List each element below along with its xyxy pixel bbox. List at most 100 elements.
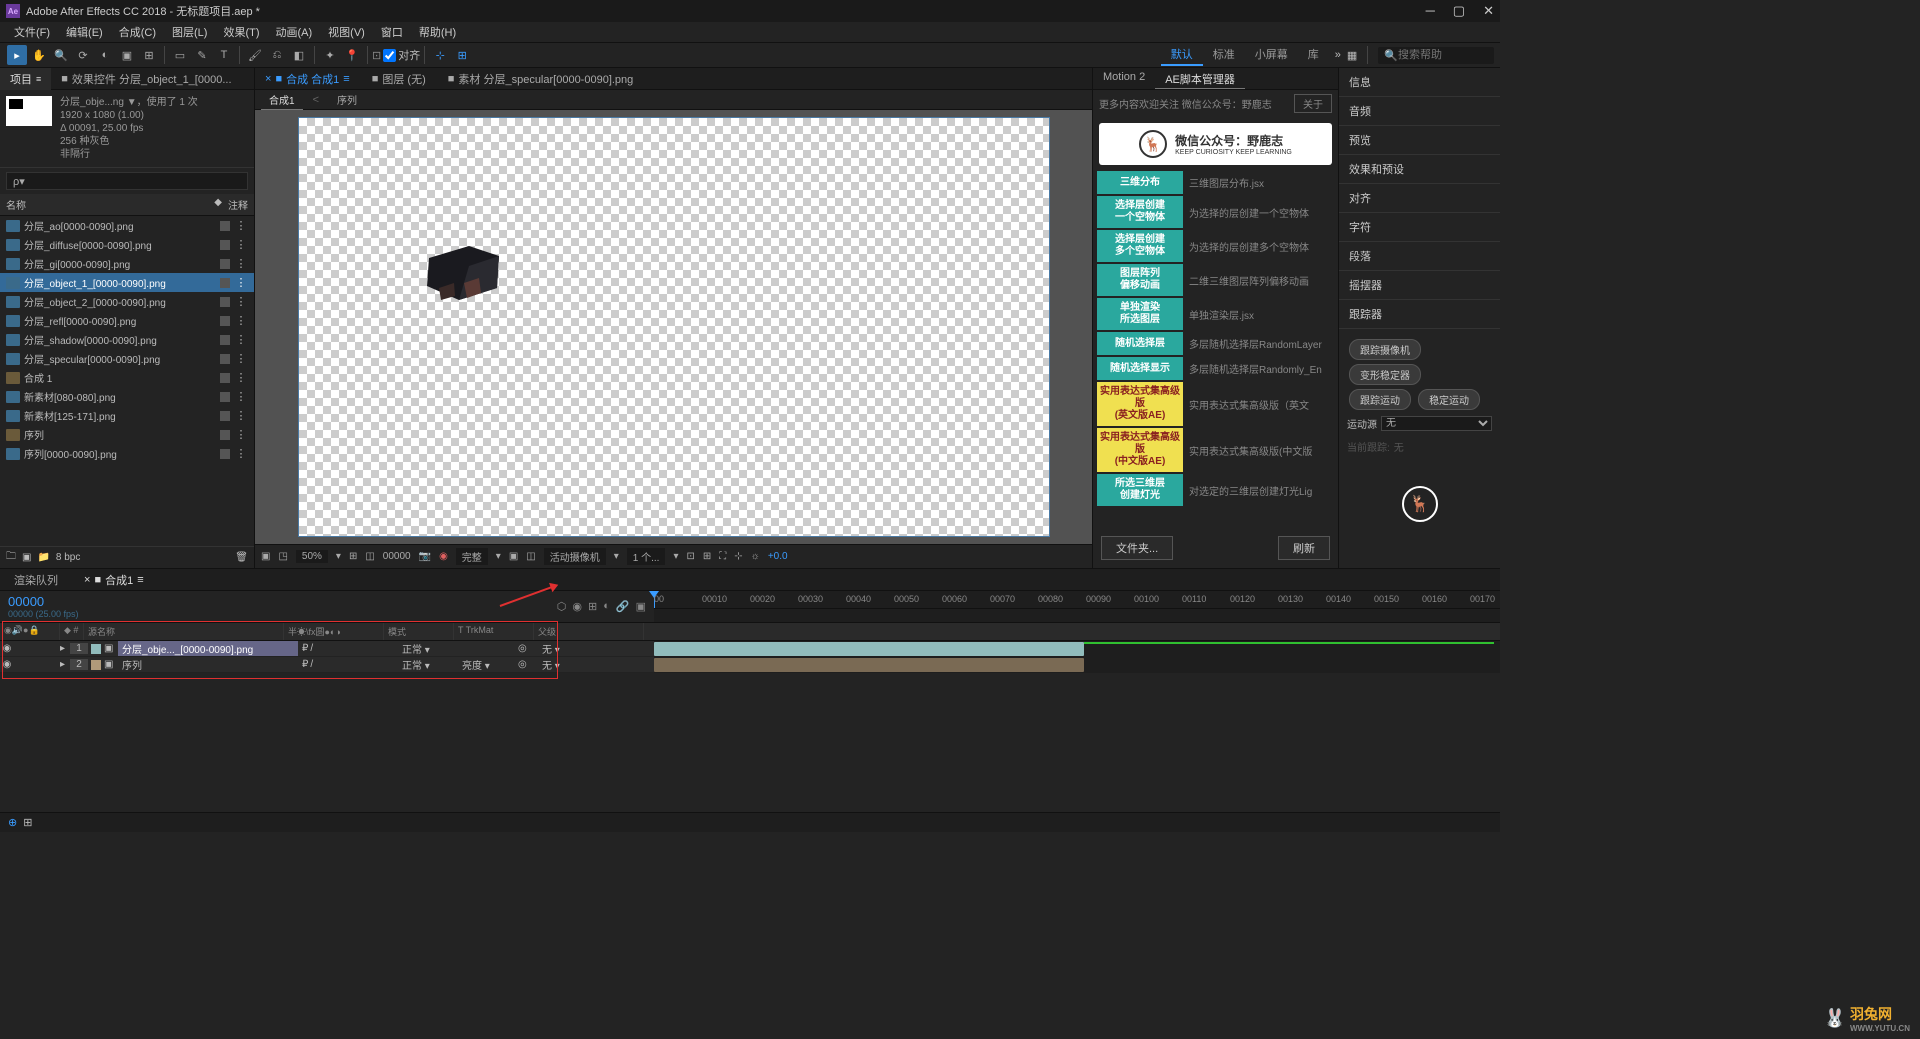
- menu-item[interactable]: 窗口: [375, 22, 409, 42]
- panel-section[interactable]: 跟踪器: [1339, 300, 1500, 329]
- project-item[interactable]: 分层_object_2_[0000-0090].png⋮: [0, 292, 254, 311]
- tl-icon-2[interactable]: ◉: [572, 600, 582, 613]
- folder-button[interactable]: 文件夹...: [1101, 536, 1173, 560]
- tl-icon-6[interactable]: ▣: [636, 600, 646, 613]
- label-icon[interactable]: ⋮: [234, 390, 248, 403]
- snapshot-icon[interactable]: 📷: [419, 551, 431, 562]
- script-button[interactable]: 三维分布: [1097, 171, 1183, 194]
- snap-checkbox[interactable]: [383, 49, 396, 62]
- col-parent[interactable]: 父级: [534, 623, 644, 640]
- warp-stabilizer-button[interactable]: 变形稳定器: [1349, 364, 1421, 385]
- script-button[interactable]: 实用表达式集高级版(中文版AE): [1097, 428, 1183, 472]
- panel-menu-icon[interactable]: ≡: [36, 74, 41, 84]
- tab-script-manager[interactable]: AE脚本管理器: [1155, 68, 1245, 89]
- tag-icon[interactable]: [220, 221, 230, 231]
- label-icon[interactable]: ⋮: [234, 447, 248, 460]
- tl-icon-1[interactable]: ⬡: [557, 600, 567, 613]
- refresh-button[interactable]: 刷新: [1278, 536, 1330, 560]
- menu-item[interactable]: 效果(T): [217, 22, 265, 42]
- tag-icon[interactable]: [220, 240, 230, 250]
- panel-section[interactable]: 字符: [1339, 213, 1500, 242]
- folder-icon[interactable]: 🗀: [6, 549, 16, 566]
- tag-icon[interactable]: [220, 392, 230, 402]
- tag-icon[interactable]: [220, 430, 230, 440]
- workspace-menu-icon[interactable]: ▦: [1347, 49, 1357, 62]
- panel-section[interactable]: 效果和预设: [1339, 155, 1500, 184]
- col-note[interactable]: 注释: [228, 197, 248, 212]
- project-item[interactable]: 分层_specular[0000-0090].png⋮: [0, 349, 254, 368]
- menu-item[interactable]: 文件(F): [8, 22, 56, 42]
- workspace-默认[interactable]: 默认: [1161, 44, 1203, 66]
- label-icon[interactable]: ⋮: [234, 257, 248, 270]
- tab-motion2[interactable]: Motion 2: [1093, 68, 1155, 89]
- label-icon[interactable]: ⋮: [234, 352, 248, 365]
- resolution-select[interactable]: 完整: [456, 548, 488, 565]
- col-source-name[interactable]: 源名称: [84, 623, 284, 640]
- tl-icon-4[interactable]: ◐: [603, 600, 610, 613]
- panel-section[interactable]: 摇摆器: [1339, 271, 1500, 300]
- tag-icon[interactable]: [220, 259, 230, 269]
- layer-duration-bar[interactable]: [654, 658, 1084, 672]
- tab-effect-controls[interactable]: ■ 效果控件 分层_object_1_[0000...: [51, 68, 241, 90]
- viewer-icon-b[interactable]: ⊞: [703, 551, 711, 562]
- minimize-icon[interactable]: ─: [1426, 3, 1435, 19]
- panel-section[interactable]: 段落: [1339, 242, 1500, 271]
- pan-behind-tool[interactable]: ⊞: [139, 45, 159, 65]
- script-button[interactable]: 随机选择层: [1097, 332, 1183, 355]
- menu-item[interactable]: 帮助(H): [413, 22, 462, 42]
- maximize-icon[interactable]: ▢: [1453, 3, 1465, 19]
- current-time[interactable]: 00000: [8, 594, 79, 609]
- tag-icon[interactable]: [220, 335, 230, 345]
- viewer-tab[interactable]: × ■ 合成 合成1 ≡: [255, 68, 360, 90]
- project-item[interactable]: 分层_object_1_[0000-0090].png⋮: [0, 273, 254, 292]
- menu-item[interactable]: 视图(V): [322, 22, 371, 42]
- roto-tool[interactable]: ✦: [320, 45, 340, 65]
- script-button[interactable]: 选择层创建多个空物体: [1097, 230, 1183, 262]
- project-item[interactable]: 序列[0000-0090].png⋮: [0, 444, 254, 463]
- label-icon[interactable]: ⋮: [234, 238, 248, 251]
- panel-section[interactable]: 预览: [1339, 126, 1500, 155]
- tag-icon[interactable]: [220, 373, 230, 383]
- tag-icon[interactable]: [220, 297, 230, 307]
- panel-section[interactable]: 对齐: [1339, 184, 1500, 213]
- menu-item[interactable]: 编辑(E): [60, 22, 109, 42]
- viewer-icon-1[interactable]: ▣: [261, 551, 270, 562]
- tag-icon[interactable]: [220, 449, 230, 459]
- workspace-标准[interactable]: 标准: [1203, 44, 1245, 66]
- tag-icon[interactable]: [220, 278, 230, 288]
- new-comp-icon[interactable]: ▣: [22, 552, 31, 563]
- camera-tool[interactable]: ▣: [117, 45, 137, 65]
- viewer-mask-icon[interactable]: ◫: [365, 551, 374, 562]
- channel-icon[interactable]: ◉: [439, 551, 448, 562]
- brush-tool[interactable]: 🖌: [245, 45, 265, 65]
- grid-tool-2[interactable]: ⊞: [452, 45, 472, 65]
- grid-tool-1[interactable]: ⊹: [430, 45, 450, 65]
- status-icon-1[interactable]: ⊕: [8, 816, 17, 829]
- project-item[interactable]: 合成 1⋮: [0, 368, 254, 387]
- script-button[interactable]: 实用表达式集高级版(英文版AE): [1097, 382, 1183, 426]
- exposure-value[interactable]: +0.0: [768, 551, 788, 562]
- label-icon[interactable]: ⋮: [234, 409, 248, 422]
- viewer-tab[interactable]: ■ 素材 分层_specular[0000-0090].png: [438, 68, 644, 90]
- label-icon[interactable]: ⋮: [234, 428, 248, 441]
- panel-section[interactable]: 音频: [1339, 97, 1500, 126]
- zoom-select[interactable]: 50%: [296, 550, 328, 563]
- blend-mode[interactable]: 正常 ▾: [398, 641, 458, 656]
- project-item[interactable]: 分层_refl[0000-0090].png⋮: [0, 311, 254, 330]
- script-button[interactable]: 图层阵列偏移动画: [1097, 264, 1183, 296]
- viewer-region-icon[interactable]: ▣: [509, 551, 518, 562]
- tab-render-queue[interactable]: 渲染队列: [6, 569, 66, 591]
- script-button[interactable]: 选择层创建一个空物体: [1097, 196, 1183, 228]
- script-button[interactable]: 所选三维层创建灯光: [1097, 474, 1183, 506]
- viewer-icon-a[interactable]: ⊡: [686, 551, 694, 562]
- bpc-label[interactable]: 8 bpc: [56, 552, 80, 563]
- puppet-tool[interactable]: 📍: [342, 45, 362, 65]
- layer-row[interactable]: ◉▸1▣分层_obje..._[0000-0090].png₽/正常 ▾◎无 ▾: [0, 641, 654, 657]
- parent-select[interactable]: 无 ▾: [538, 657, 598, 672]
- help-search-input[interactable]: [1398, 49, 1488, 61]
- tl-icon-3[interactable]: ⊞: [588, 600, 597, 613]
- tab-project[interactable]: 项目 ≡: [0, 68, 51, 90]
- menu-item[interactable]: 动画(A): [270, 22, 319, 42]
- visibility-icon[interactable]: ◉: [0, 643, 14, 654]
- project-item[interactable]: 新素材[125-171].png⋮: [0, 406, 254, 425]
